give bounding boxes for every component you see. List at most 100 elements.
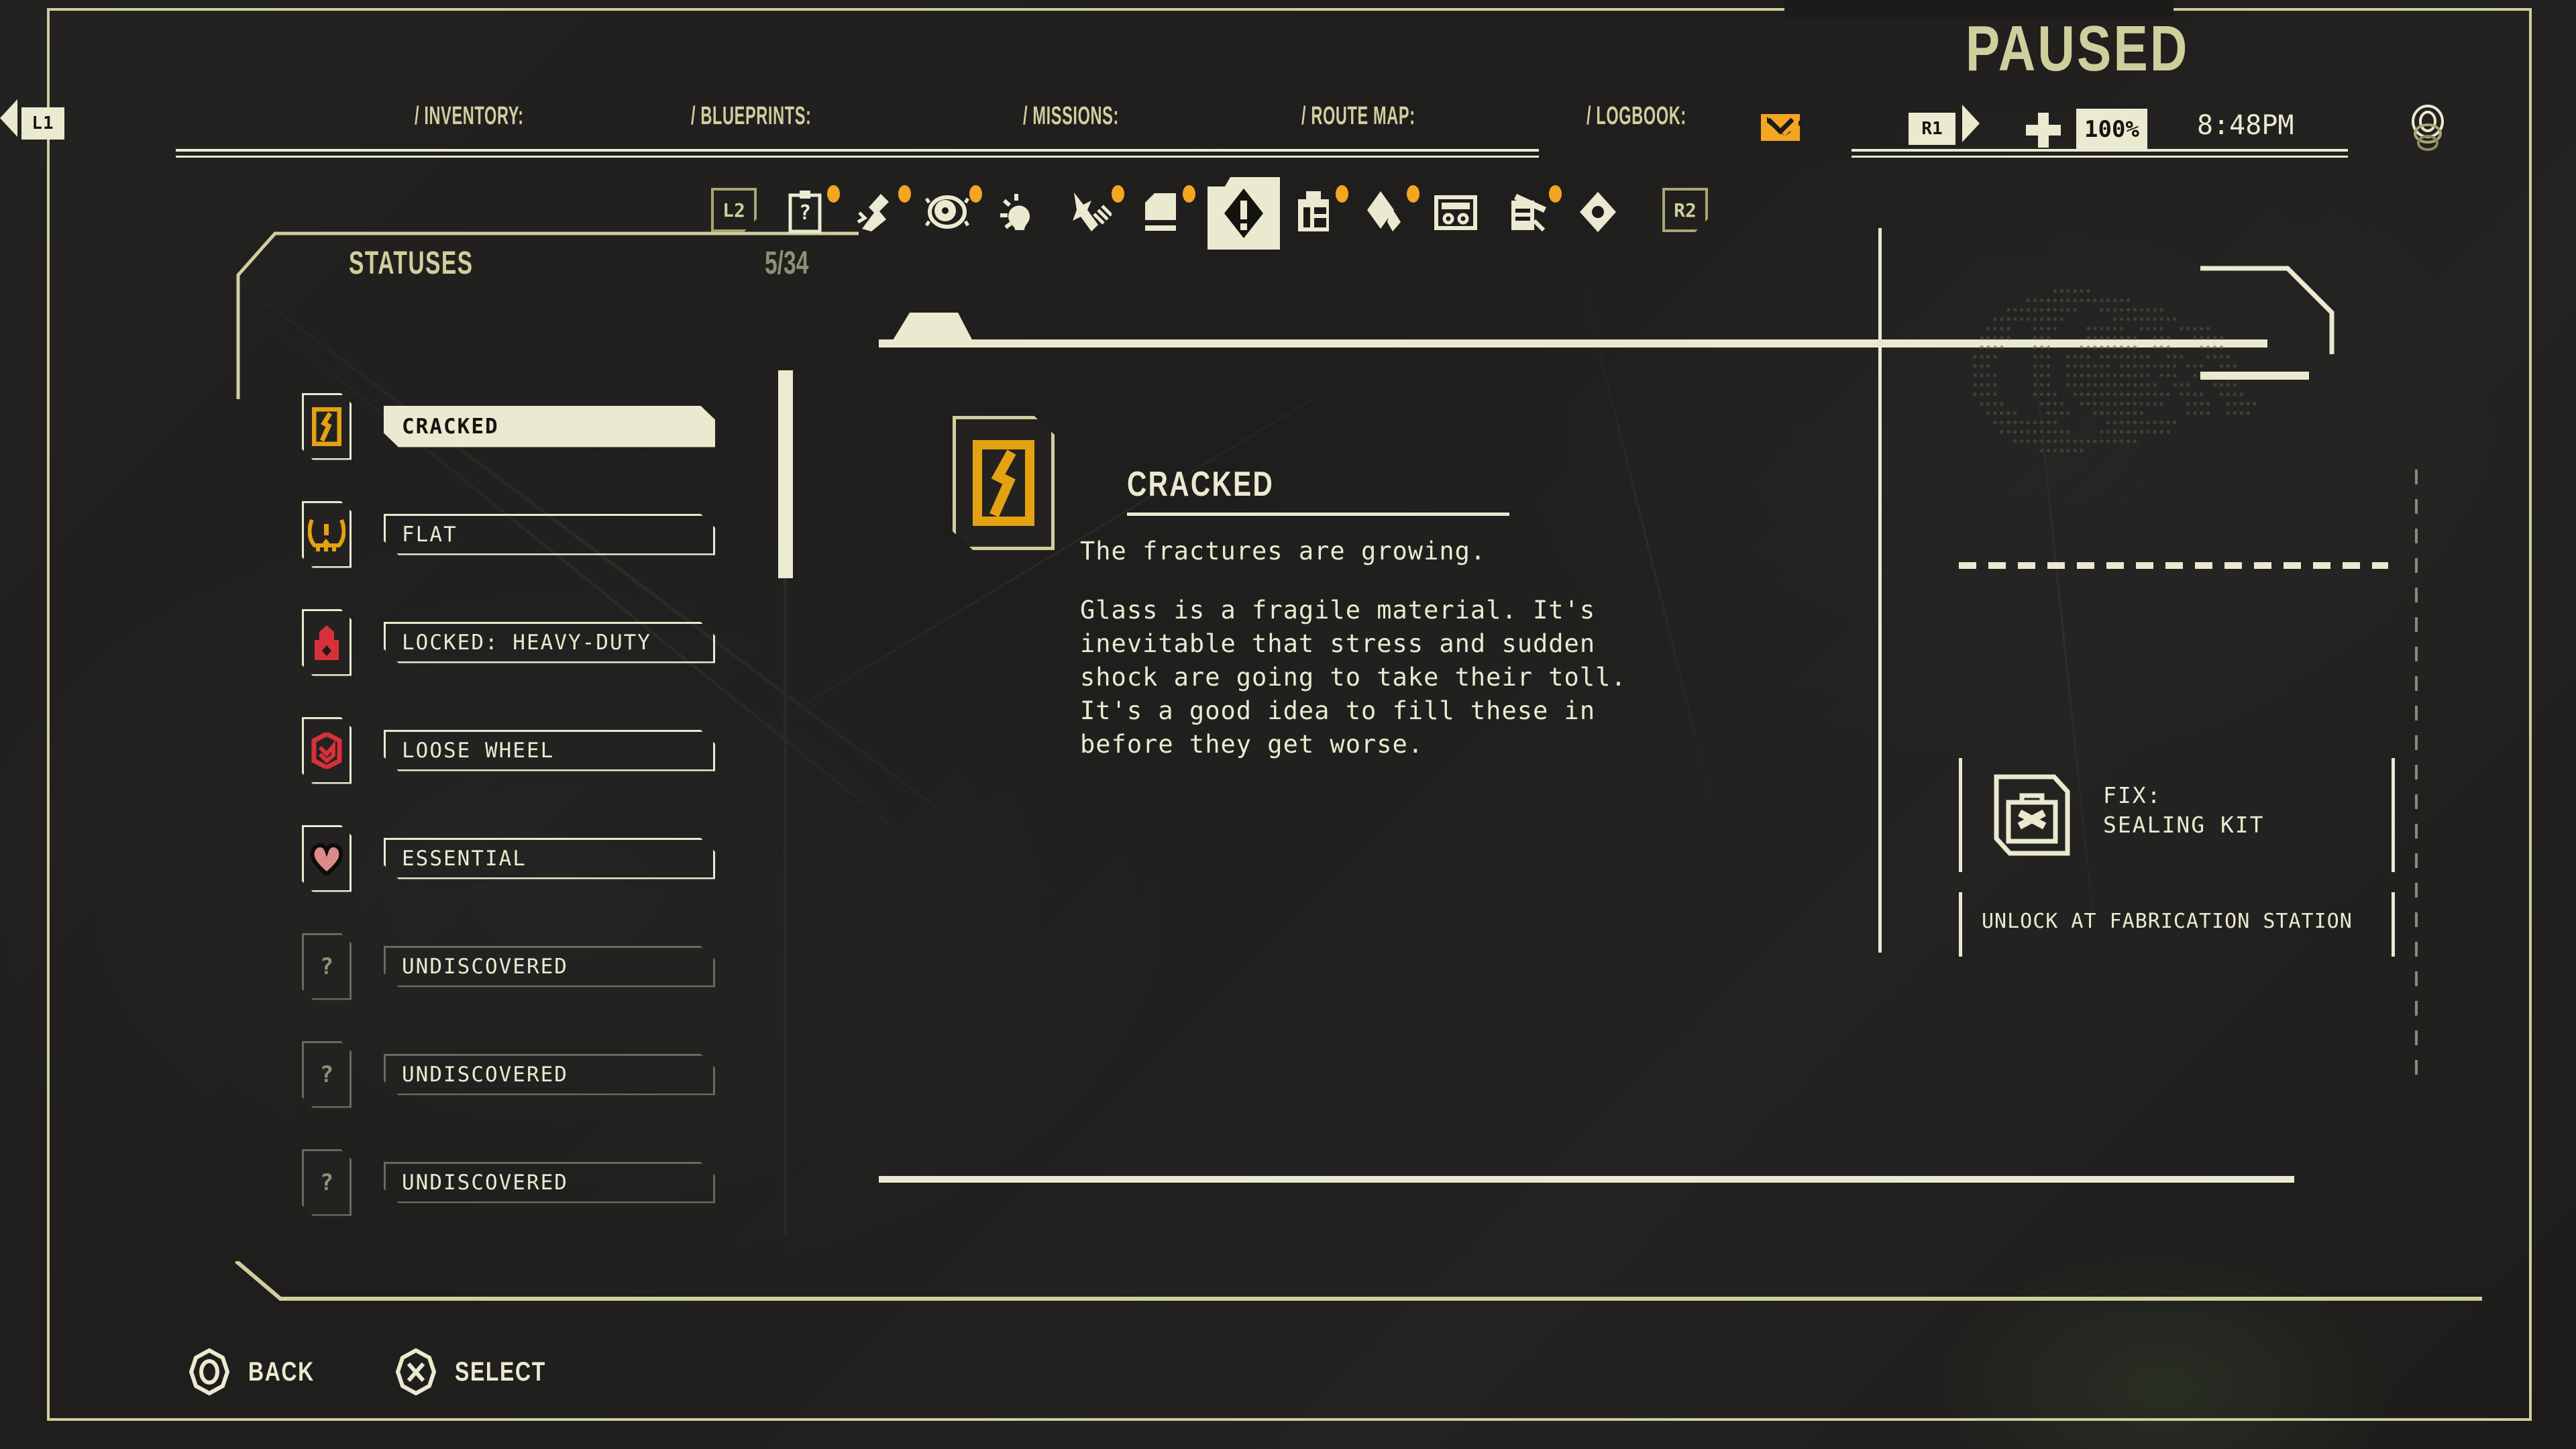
status-detail-panel: CRACKED The fractures are growing. Glass… [879,228,2462,1261]
list-item[interactable]: ? UNDISCOVERED [302,1128,785,1236]
list-item-label: FLAT [384,514,715,555]
tab-badge-dot [1183,185,1195,203]
tab-notes[interactable] [1503,185,1562,236]
nav-rule-right [1851,149,2348,152]
tab-wrench[interactable] [1065,185,1124,236]
tab-lightbulb[interactable] [994,188,1042,236]
tab-broken-part[interactable] [852,185,911,236]
list-item[interactable]: ? UNDISCOVERED [302,1236,785,1238]
tab-paint-drop[interactable] [1360,185,1419,236]
status-watermark-art: ****** **************** *********** ****… [1972,288,2259,458]
control-select[interactable]: SELECT [394,1348,569,1395]
detail-title-rule [1127,513,1509,516]
detail-lede: The fractures are growing. [1080,537,1487,566]
fix-bracket-right [2392,758,2395,872]
unlock-bracket-right [2392,892,2395,957]
fix-value: SEALING KIT [2103,812,2265,838]
tab-fuel-canister[interactable] [1289,185,1348,236]
tab-clipboard-question[interactable]: ? [781,185,840,236]
l1-bumper-chip[interactable]: L1 [21,107,64,140]
detail-title: CRACKED [1127,465,1275,504]
list-item[interactable]: LOOSE WHEEL [302,696,785,804]
detail-info-column: ****** **************** *********** ****… [1878,228,2449,1261]
unlock-bracket-left [1959,892,1962,957]
tab-statuses[interactable] [1208,177,1280,250]
r2-trigger-chip[interactable]: R2 [1662,188,1708,232]
tab-engine[interactable] [923,185,982,236]
tab-car-door[interactable] [1136,185,1195,236]
padlock-icon [302,608,352,676]
statuses-title: STATUSES [349,246,474,281]
eye-icon [2412,105,2444,151]
nav-item-inventory[interactable]: / INVENTORY: [415,102,524,131]
tab-gem[interactable] [1574,188,1622,236]
list-item-label: ESSENTIAL [384,838,715,879]
prev-page-arrow-icon[interactable] [0,99,17,137]
fix-bracket-left [1959,758,1962,872]
detail-status-icon [953,416,1055,550]
l2-trigger-chip[interactable]: L2 [711,188,757,232]
list-item-label: UNDISCOVERED [384,946,715,987]
unlock-block: UNLOCK AT FABRICATION STATION [1959,892,2395,957]
cracked-glass-icon [302,392,352,460]
list-item[interactable]: ? UNDISCOVERED [302,1020,785,1128]
control-select-label: SELECT [454,1356,546,1387]
mail-flap-icon [1767,118,1794,134]
list-item[interactable]: CRACKED [302,372,785,480]
fix-block: FIX: SEALING KIT [1959,758,2395,872]
paused-title: PAUSED [1966,13,2190,85]
panel-dashed-edge [2415,470,2418,1087]
tab-badge-dot [1407,185,1419,203]
footer-controls: BACK SELECT [188,1342,631,1402]
cracked-glass-icon [973,440,1034,526]
tab-badge-dot [898,185,911,203]
tab-badge-dot [969,185,982,203]
cross-button-icon [395,1348,436,1395]
fix-text: FIX: SEALING KIT [2103,781,2265,840]
svg-text:?: ? [799,201,811,225]
tab-badge-dot [1549,185,1562,203]
question-icon: ? [302,932,352,1000]
list-item[interactable]: ? UNDISCOVERED [302,912,785,1020]
list-item[interactable]: FLAT [302,480,785,588]
loose-wheel-icon [302,716,352,784]
tab-badge-dot [827,185,840,203]
next-page-arrow-icon[interactable] [1962,105,1980,142]
circle-button-icon [189,1348,230,1395]
dashed-divider [1959,562,2388,569]
category-tab-bar: L2 ? R2 [711,177,1708,255]
status-list[interactable]: CRACKED FLAT LOCKED: HEAVY-DUTY LOOSE WH… [302,372,785,1238]
nav-item-missions[interactable]: / MISSIONS: [1023,102,1119,131]
border-gap [1784,0,2174,17]
list-item[interactable]: LOCKED: HEAVY-DUTY [302,588,785,696]
list-item-label: CRACKED [384,406,715,447]
nav-item-route-map[interactable]: / ROUTE MAP: [1301,102,1415,131]
control-back-label: BACK [248,1356,315,1387]
repair-kit-icon [1994,774,2070,856]
nav-rule-left-2 [176,156,1539,158]
question-icon: ? [302,1148,352,1216]
nav-item-logbook[interactable]: / LOGBOOK: [1587,102,1686,131]
list-item-label: LOOSE WHEEL [384,730,715,771]
heart-icon [302,824,352,892]
tab-badge-dot [1112,185,1124,203]
health-plus-icon [2026,113,2061,148]
fix-label: FIX: [2103,782,2162,808]
pause-menu-screen: L1 / INVENTORY: / BLUEPRINTS: / MISSIONS… [0,0,2576,1449]
clock: 8:48PM [2197,110,2294,141]
info-column-divider [1878,228,1882,953]
question-icon: ? [302,1040,352,1108]
list-item[interactable]: ESSENTIAL [302,804,785,912]
status-list-scrollbar[interactable] [778,370,793,578]
health-percent: 100% [2076,109,2147,150]
tab-radio[interactable] [1432,188,1480,236]
nav-item-blueprints[interactable]: / BLUEPRINTS: [691,102,812,131]
nav-rule-left [176,149,1539,152]
status-list-scroll-rail [784,578,787,1236]
unlock-note: UNLOCK AT FABRICATION STATION [1982,910,2353,933]
r1-bumper-chip[interactable]: R1 [1909,113,1955,145]
list-item-label: UNDISCOVERED [384,1054,715,1095]
control-back[interactable]: BACK [188,1348,331,1395]
tire-pressure-icon [302,500,352,568]
detail-body: Glass is a fragile material. It's inevit… [1080,596,1627,759]
